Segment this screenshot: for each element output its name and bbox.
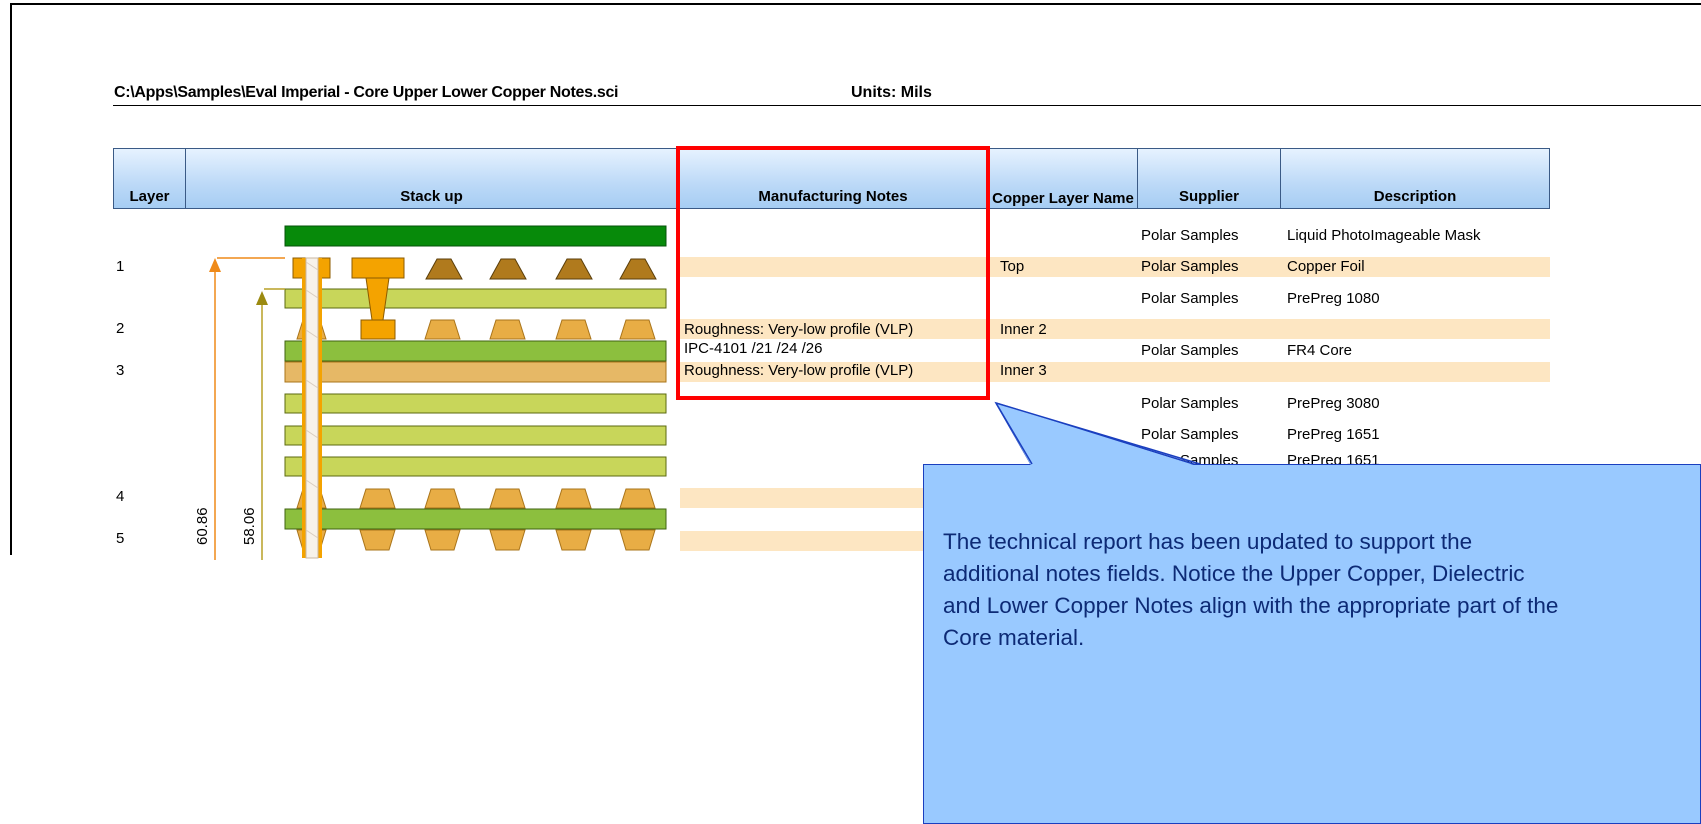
callout-pointer-cover <box>995 402 1201 467</box>
callout-text: The technical report has been updated to… <box>943 529 1559 650</box>
